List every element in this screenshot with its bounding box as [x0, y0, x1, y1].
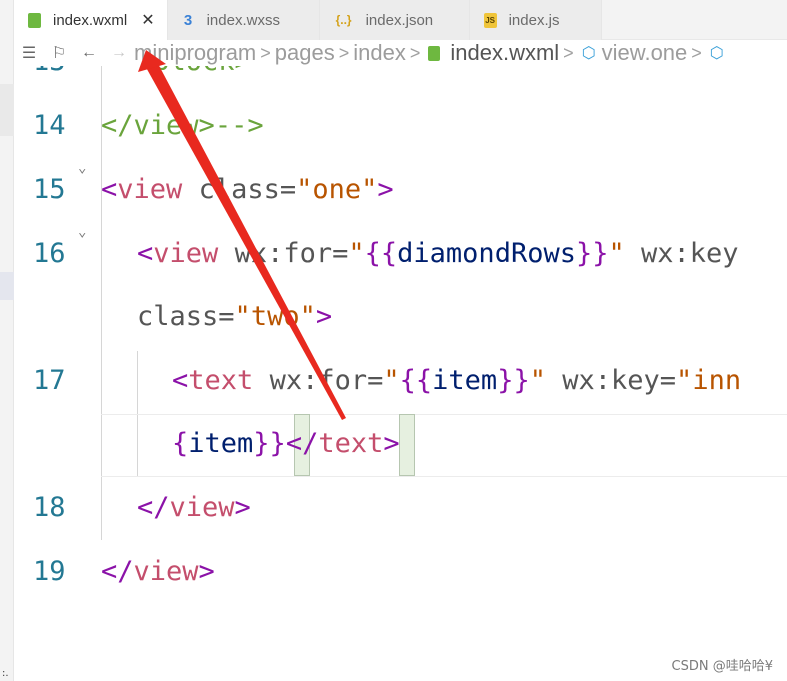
- code-line-16-wrap: class="two">: [137, 301, 333, 332]
- breadcrumb: ☰ ⚐ ← → miniprogram > pages > index > in…: [14, 40, 787, 66]
- line-number: 17: [33, 365, 66, 396]
- bookmark-icon[interactable]: ⚐: [44, 43, 74, 63]
- code-line-16: <view wx:for="{{diamondRows}}" wx:key: [137, 238, 739, 269]
- breadcrumb-separator: >: [260, 42, 271, 63]
- editor-tab-bar: index.wxml ✕ 3 index.wxss {..} index.jso…: [14, 0, 787, 40]
- wxml-file-icon: [428, 45, 441, 61]
- attr-name: class: [198, 174, 280, 205]
- wxml-file-icon: [28, 12, 41, 28]
- tag-name: text: [188, 365, 254, 396]
- tab-label: index.js: [508, 11, 560, 29]
- tag-name: text: [318, 428, 384, 459]
- tag-name: block: [153, 66, 234, 77]
- close-icon[interactable]: ✕: [141, 10, 154, 30]
- line-highlight-border: [101, 476, 787, 477]
- attr-name: wx:for: [269, 365, 368, 396]
- tab-label: index.wxss: [206, 11, 280, 29]
- cube-icon: ⬡: [709, 45, 724, 62]
- breadcrumb-item-index[interactable]: index: [353, 40, 406, 66]
- tag-name: view: [133, 110, 199, 141]
- line-highlight-border: [101, 414, 787, 415]
- tab-label: index.wxml: [53, 11, 128, 29]
- breadcrumb-separator: >: [338, 42, 350, 63]
- code-line-17-wrap: {item}}</text>: [172, 428, 400, 459]
- tag-name: view: [169, 492, 235, 523]
- line-number: 15: [33, 174, 66, 205]
- json-file-icon: {..}: [335, 13, 352, 27]
- cube-icon: ⬡: [581, 45, 596, 62]
- breadcrumb-item-symbol[interactable]: view.one: [602, 40, 688, 66]
- tab-index-js[interactable]: JS index.js: [469, 0, 602, 40]
- binding-variable: item: [432, 365, 498, 396]
- code-line-15: <view class="one">: [101, 174, 394, 205]
- breadcrumb-item-miniprogram[interactable]: miniprogram: [134, 40, 256, 66]
- binding-variable: item: [188, 428, 254, 459]
- code-line-14: </view>-->: [101, 110, 264, 141]
- breadcrumb-separator: >: [409, 42, 421, 63]
- code-line-17: <text wx:for="{{item}}" wx:key="inn: [172, 365, 742, 396]
- strip-highlight: [0, 84, 14, 136]
- breadcrumb-separator: >: [563, 42, 574, 63]
- line-number: 18: [33, 492, 66, 523]
- code-editor[interactable]: 13 <block> 14 </view>--> ⌄ 15 <view clas…: [14, 66, 787, 681]
- list-icon[interactable]: ☰: [14, 43, 44, 63]
- line-number: 14: [33, 110, 66, 141]
- tag-name: view: [153, 238, 219, 269]
- forward-arrow-icon[interactable]: →: [104, 44, 134, 62]
- line-number: 13: [33, 66, 83, 77]
- code-line-18: </view>: [137, 492, 251, 523]
- line-number: 19: [33, 556, 66, 587]
- bracket-match-highlight: [399, 414, 415, 476]
- wxss-file-icon: 3: [183, 11, 193, 29]
- code-line-19: </view>: [101, 556, 215, 587]
- back-arrow-icon[interactable]: ←: [74, 44, 104, 62]
- js-file-icon: JS: [483, 12, 497, 28]
- tag-name: view: [117, 174, 183, 205]
- activity-strip: :.: [0, 0, 14, 681]
- line-number: 16: [33, 238, 66, 269]
- attr-name: wx:key: [562, 365, 660, 396]
- attr-name: class: [137, 301, 219, 332]
- breadcrumb-item-pages[interactable]: pages: [275, 40, 335, 66]
- breadcrumb-item-file[interactable]: index.wxml: [450, 40, 559, 66]
- attr-value: two: [250, 301, 300, 332]
- binding-variable: diamondRows: [397, 238, 576, 269]
- watermark: CSDN @哇哈哈¥: [671, 659, 773, 674]
- comment-end: -->: [214, 110, 264, 141]
- strip-dots: :.: [2, 668, 9, 679]
- tab-index-wxml[interactable]: index.wxml ✕: [14, 0, 168, 40]
- tag-name: view: [133, 556, 199, 587]
- code-line-13: <block>: [137, 66, 251, 77]
- tab-label: index.json: [365, 11, 434, 29]
- strip-selection: [0, 272, 14, 300]
- attr-name: wx:key: [641, 238, 739, 269]
- attr-value: inn: [692, 365, 742, 396]
- breadcrumb-separator: >: [691, 42, 702, 63]
- attr-name: wx:for: [234, 238, 333, 269]
- tab-index-wxss[interactable]: 3 index.wxss: [167, 0, 320, 40]
- tab-index-json[interactable]: {..} index.json: [319, 0, 470, 40]
- attr-value: one: [312, 174, 362, 205]
